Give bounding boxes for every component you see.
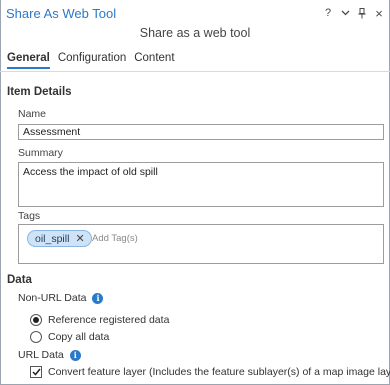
reference-data-option[interactable]: Reference registered data [30,314,169,326]
pin-icon[interactable] [357,6,367,20]
tab-divider [0,71,390,72]
window-title: Share As Web Tool [6,6,117,21]
tab-strip: General Configuration Content [7,52,175,69]
reference-data-radio[interactable] [30,314,42,326]
tag-chip-label: oil_spill [35,232,70,245]
copy-data-radio[interactable] [30,331,42,343]
non-url-data-label: Non-URL Data [18,292,87,304]
convert-feature-layer-checkbox[interactable] [30,366,42,378]
remove-tag-icon[interactable]: ✕ [75,232,84,245]
non-url-data-row: Non-URL Data i [18,292,104,304]
tab-general[interactable]: General [7,52,50,69]
title-bar-controls: ? × [323,5,384,21]
info-icon[interactable]: i [69,349,81,361]
close-icon[interactable]: × [374,6,384,20]
summary-label: Summary [18,147,63,159]
checkmark-icon [31,368,41,376]
copy-data-option[interactable]: Copy all data [30,331,109,343]
tab-configuration[interactable]: Configuration [58,52,126,69]
url-data-row: URL Data i [18,349,81,361]
pane-subtitle: Share as a web tool [139,26,251,40]
name-value: Assessment [23,126,81,138]
tags-label: Tags [18,210,41,222]
tags-field[interactable]: oil_spill ✕ Add Tag(s) [18,224,384,264]
item-details-heading: Item Details [7,86,72,98]
tag-chip: oil_spill ✕ [27,230,92,247]
reference-data-label: Reference registered data [48,314,170,326]
convert-feature-layer-option[interactable]: Convert feature layer (Includes the feat… [30,366,390,378]
data-heading: Data [7,274,32,286]
name-field[interactable]: Assessment [18,124,384,140]
copy-data-label: Copy all data [48,331,110,343]
chevron-down-icon[interactable] [340,6,350,20]
info-icon[interactable]: i [92,292,104,304]
title-bar: Share As Web Tool ? × [0,0,390,26]
url-data-label: URL Data [18,349,64,361]
add-tag-input[interactable]: Add Tag(s) [92,233,138,244]
help-icon[interactable]: ? [323,6,333,20]
name-label: Name [18,108,47,120]
summary-field[interactable]: Access the impact of old spill [18,162,384,207]
summary-value: Access the impact of old spill [23,166,158,178]
tab-content[interactable]: Content [134,52,174,69]
convert-feature-layer-label: Convert feature layer (Includes the feat… [48,366,390,378]
